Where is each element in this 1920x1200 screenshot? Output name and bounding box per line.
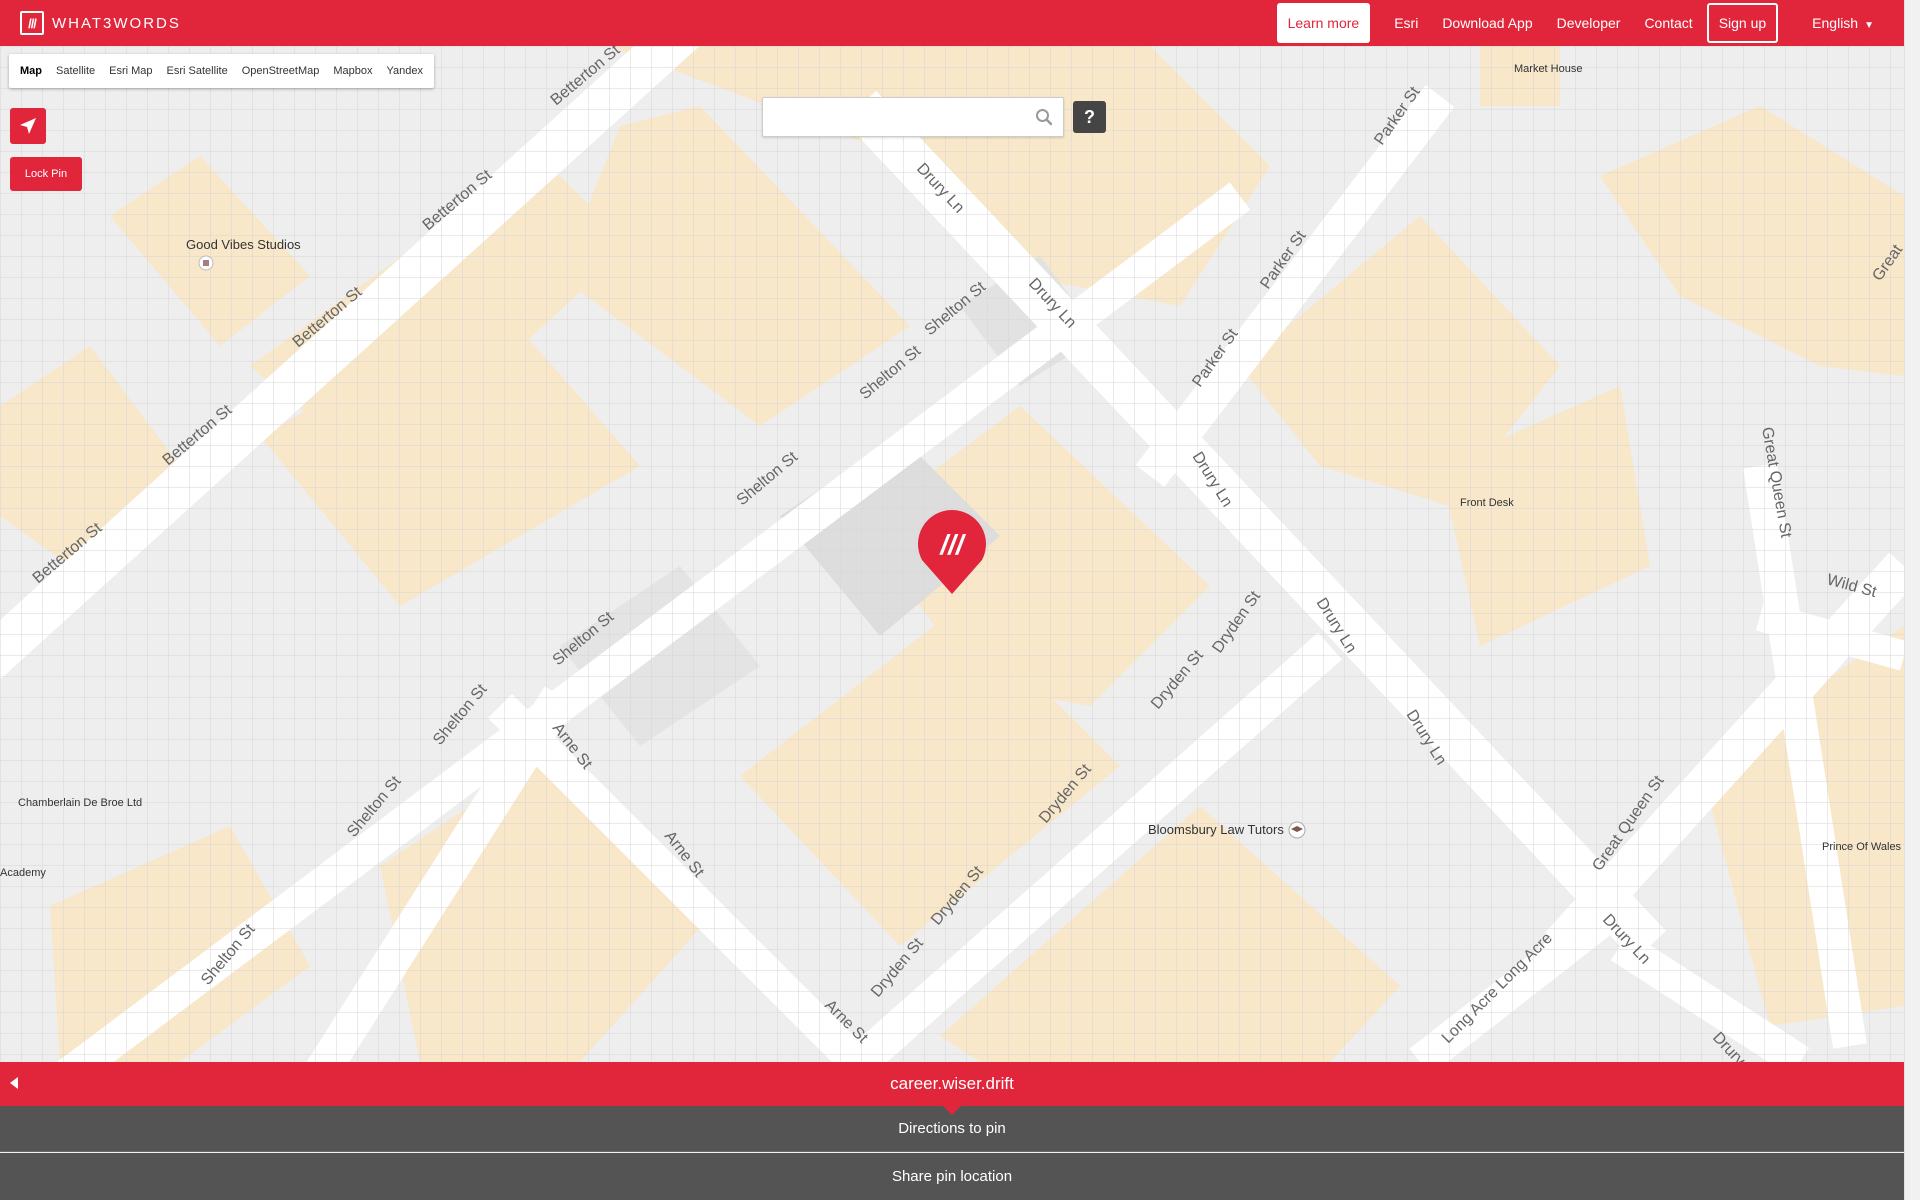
nav-link-download-app[interactable]: Download App (1430, 15, 1544, 31)
language-selector[interactable]: English ▼ (1812, 15, 1874, 31)
share-label: Share pin location (891, 1168, 1013, 1185)
logo-text: WHAT3WORDS (52, 14, 181, 32)
language-label: English (1812, 15, 1859, 31)
what3words-logo[interactable]: /// WHAT3WORDS (20, 11, 181, 35)
map-type-map[interactable]: Map (13, 65, 49, 77)
locate-me-button[interactable] (10, 108, 46, 144)
nav-links: Learn more Esri Download App Developer C… (1276, 3, 1904, 43)
poi-bloomsbury-law-tutors: Bloomsbury Law Tutors (1148, 822, 1284, 837)
share-pin-location-button[interactable]: Share pin location (0, 1153, 1904, 1200)
search-icon[interactable] (1035, 108, 1053, 126)
lock-pin-button[interactable]: Lock Pin (10, 157, 82, 191)
poi-academy: Academy (0, 867, 46, 879)
map-svg: Betterton St Betterton St Betterton St B… (0, 46, 1904, 1062)
map-type-mapbox[interactable]: Mapbox (326, 65, 379, 77)
nav-link-developer[interactable]: Developer (1545, 15, 1633, 31)
sign-up-button[interactable]: Sign up (1706, 3, 1779, 43)
map-type-selector: Map Satellite Esri Map Esri Satellite Op… (9, 54, 434, 88)
map-type-satellite[interactable]: Satellite (49, 65, 102, 77)
logo-mark: /// (20, 11, 44, 35)
poi-market-house: Market House (1514, 63, 1582, 75)
navigation-arrow-icon (20, 118, 36, 134)
map-canvas[interactable]: Betterton St Betterton St Betterton St B… (0, 46, 1904, 1062)
map-type-openstreetmap[interactable]: OpenStreetMap (235, 65, 327, 77)
learn-more-button[interactable]: Learn more (1276, 3, 1371, 43)
map-type-esri-satellite[interactable]: Esri Satellite (160, 65, 235, 77)
chevron-down-icon: ▼ (1864, 20, 1874, 31)
three-word-address[interactable]: career.wiser.drift (890, 1074, 1014, 1094)
collapse-panel-icon[interactable] (8, 1076, 20, 1090)
map-type-yandex[interactable]: Yandex (379, 65, 430, 77)
poi-chamberlain: Chamberlain De Broe Ltd (18, 797, 142, 809)
nav-link-esri[interactable]: Esri (1382, 15, 1430, 31)
poi-good-vibes-studios: Good Vibes Studios (186, 237, 301, 252)
poi-front-desk: Front Desk (1460, 497, 1514, 509)
top-navigation-bar: /// WHAT3WORDS Learn more Esri Download … (0, 0, 1904, 46)
poi-marker-icon (203, 260, 209, 266)
help-button[interactable]: ? (1073, 101, 1106, 133)
three-word-address-bar: career.wiser.drift (0, 1062, 1904, 1115)
poi-prince-of-wales: Prince Of Wales (1822, 841, 1902, 853)
page-scrollbar[interactable] (1904, 0, 1920, 1200)
map-type-esri-map[interactable]: Esri Map (102, 65, 159, 77)
pin-slashes: /// (938, 529, 967, 560)
nav-link-contact[interactable]: Contact (1632, 15, 1704, 31)
search-input[interactable] (773, 99, 1023, 135)
address-notch (943, 1106, 961, 1115)
directions-label: Directions to pin (898, 1120, 1006, 1137)
search-box (762, 97, 1064, 137)
